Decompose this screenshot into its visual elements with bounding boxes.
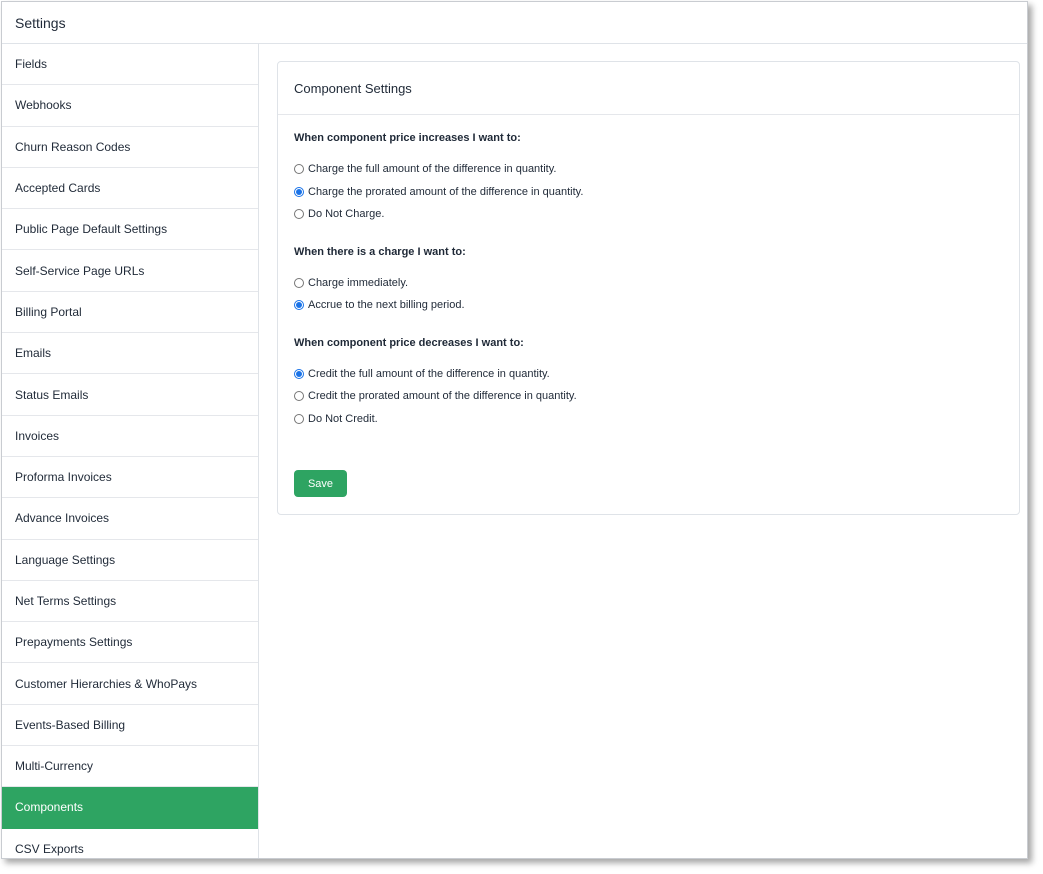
- sidebar-item-invoices[interactable]: Invoices: [2, 416, 258, 457]
- option-label: Credit the prorated amount of the differ…: [308, 390, 577, 403]
- sidebar-item-proforma-invoices[interactable]: Proforma Invoices: [2, 457, 258, 499]
- sidebar-item-components[interactable]: Components: [2, 787, 258, 829]
- charge-timing-group: When there is a charge I want to: Charge…: [294, 246, 1003, 317]
- sidebar-item-self-service-page-urls[interactable]: Self-Service Page URLs: [2, 250, 258, 292]
- card-title: Component Settings: [294, 80, 412, 96]
- option-label: Accrue to the next billing period.: [308, 299, 465, 312]
- option-credit-prorated[interactable]: Credit the prorated amount of the differ…: [294, 385, 1003, 408]
- sidebar-item-advance-invoices[interactable]: Advance Invoices: [2, 498, 258, 540]
- settings-sidebar: Fields Webhooks Churn Reason Codes Accep…: [2, 44, 259, 858]
- option-do-not-charge[interactable]: Do Not Charge.: [294, 203, 1003, 226]
- settings-window: Settings Fields Webhooks Churn Reason Co…: [1, 1, 1028, 859]
- option-accrue-next-period[interactable]: Accrue to the next billing period.: [294, 294, 1003, 317]
- sidebar-item-webhooks[interactable]: Webhooks: [2, 85, 258, 127]
- sidebar-item-emails[interactable]: Emails: [2, 333, 258, 375]
- sidebar-item-churn-reason-codes[interactable]: Churn Reason Codes: [2, 127, 258, 168]
- radio-charge-prorated[interactable]: [294, 186, 304, 197]
- sidebar-item-events-based-billing[interactable]: Events-Based Billing: [2, 705, 258, 747]
- sidebar-item-public-page-default-settings[interactable]: Public Page Default Settings: [2, 209, 258, 251]
- option-label: Charge the full amount of the difference…: [308, 163, 557, 176]
- price-increase-label: When component price increases I want to…: [294, 132, 521, 144]
- sidebar-item-accepted-cards[interactable]: Accepted Cards: [2, 168, 258, 210]
- main-content: Component Settings When component price …: [259, 44, 1027, 858]
- sidebar-item-customer-hierarchies[interactable]: Customer Hierarchies & WhoPays: [2, 663, 258, 705]
- sidebar-item-status-emails[interactable]: Status Emails: [2, 374, 258, 416]
- option-credit-full[interactable]: Credit the full amount of the difference…: [294, 363, 1003, 386]
- radio-credit-prorated[interactable]: [294, 391, 304, 402]
- price-decrease-label: When component price decreases I want to…: [294, 336, 524, 349]
- option-charge-prorated[interactable]: Charge the prorated amount of the differ…: [294, 181, 1003, 204]
- sidebar-item-multi-currency[interactable]: Multi-Currency: [2, 746, 258, 788]
- component-settings-card: Component Settings When component price …: [277, 61, 1020, 515]
- option-label: Charge immediately.: [308, 276, 409, 289]
- radio-accrue-next-period[interactable]: [294, 300, 304, 311]
- sidebar-item-csv-exports[interactable]: CSV Exports: [2, 829, 258, 858]
- radio-credit-full[interactable]: [294, 368, 304, 379]
- card-header: Component Settings: [278, 62, 1019, 115]
- sidebar-item-net-terms-settings[interactable]: Net Terms Settings: [2, 581, 258, 623]
- sidebar-item-billing-portal[interactable]: Billing Portal: [2, 292, 258, 334]
- save-button[interactable]: Save: [294, 470, 347, 497]
- option-label: Credit the full amount of the difference…: [308, 367, 550, 380]
- page-title: Settings: [15, 14, 66, 31]
- card-body: When component price increases I want to…: [278, 115, 1019, 497]
- sidebar-item-language-settings[interactable]: Language Settings: [2, 540, 258, 581]
- option-label: Do Not Charge.: [308, 208, 385, 221]
- sidebar-item-prepayments-settings[interactable]: Prepayments Settings: [2, 622, 258, 664]
- price-increase-group: When component price increases I want to…: [294, 132, 1003, 226]
- radio-charge-immediately[interactable]: [294, 277, 304, 288]
- option-charge-full[interactable]: Charge the full amount of the difference…: [294, 158, 1003, 181]
- option-do-not-credit[interactable]: Do Not Credit.: [294, 408, 1003, 431]
- price-decrease-group: When component price decreases I want to…: [294, 337, 1003, 431]
- option-label: Do Not Credit.: [308, 412, 378, 425]
- radio-do-not-credit[interactable]: [294, 413, 304, 424]
- charge-timing-label: When there is a charge I want to:: [294, 245, 466, 258]
- option-label: Charge the prorated amount of the differ…: [308, 185, 584, 198]
- settings-body: Fields Webhooks Churn Reason Codes Accep…: [2, 44, 1027, 858]
- option-charge-immediately[interactable]: Charge immediately.: [294, 272, 1003, 295]
- top-bar: Settings: [2, 2, 1027, 44]
- radio-charge-full[interactable]: [294, 164, 304, 175]
- radio-do-not-charge[interactable]: [294, 209, 304, 220]
- sidebar-item-fields[interactable]: Fields: [2, 44, 258, 86]
